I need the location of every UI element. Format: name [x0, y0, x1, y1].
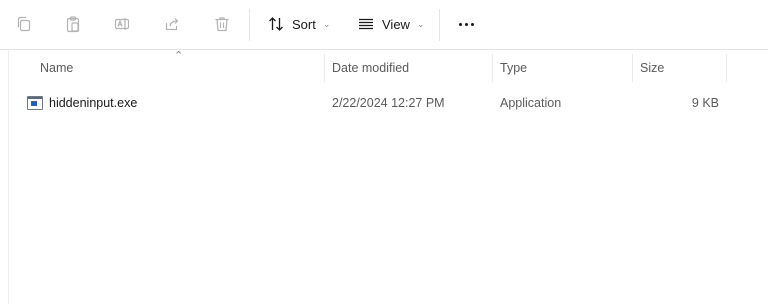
- chevron-down-icon: ⌄: [416, 18, 425, 29]
- delete-icon[interactable]: [206, 8, 238, 40]
- paste-icon[interactable]: [57, 8, 89, 40]
- column-header-type[interactable]: Type: [500, 50, 628, 86]
- chevron-down-icon: ⌄: [322, 18, 331, 29]
- sort-button[interactable]: Sort ⌄: [261, 8, 336, 40]
- column-header-size[interactable]: Size: [640, 50, 724, 86]
- command-bar: Sort ⌄ View ⌄: [0, 0, 768, 50]
- column-divider[interactable]: [492, 54, 493, 82]
- file-name-cell: hiddeninput.exe: [27, 89, 322, 117]
- pane-border: [8, 50, 9, 304]
- file-type: Application: [500, 96, 562, 110]
- view-button[interactable]: View ⌄: [351, 8, 431, 40]
- column-divider[interactable]: [726, 54, 727, 82]
- toolbar-separator: [439, 9, 440, 41]
- column-header: ⌃ Name Date modified Type Size: [0, 50, 768, 86]
- column-header-name[interactable]: Name: [40, 50, 322, 86]
- rename-icon[interactable]: [106, 8, 138, 40]
- more-icon: [458, 22, 474, 26]
- share-icon[interactable]: [156, 8, 188, 40]
- column-divider[interactable]: [632, 54, 633, 82]
- file-row[interactable]: hiddeninput.exe 2/22/2024 12:27 PM Appli…: [20, 89, 730, 117]
- file-date-modified: 2/22/2024 12:27 PM: [332, 96, 445, 110]
- sort-icon: [269, 17, 283, 31]
- more-options-button[interactable]: [450, 8, 482, 40]
- application-icon: [27, 96, 43, 110]
- toolbar-separator: [249, 9, 250, 41]
- column-divider[interactable]: [324, 54, 325, 82]
- sort-label: Sort: [292, 16, 316, 32]
- view-icon: [359, 18, 373, 30]
- column-header-date-modified[interactable]: Date modified: [332, 50, 487, 86]
- file-size: 9 KB: [691, 96, 719, 110]
- copy-icon[interactable]: [8, 8, 40, 40]
- file-name: hiddeninput.exe: [49, 96, 138, 110]
- view-label: View: [382, 16, 410, 32]
